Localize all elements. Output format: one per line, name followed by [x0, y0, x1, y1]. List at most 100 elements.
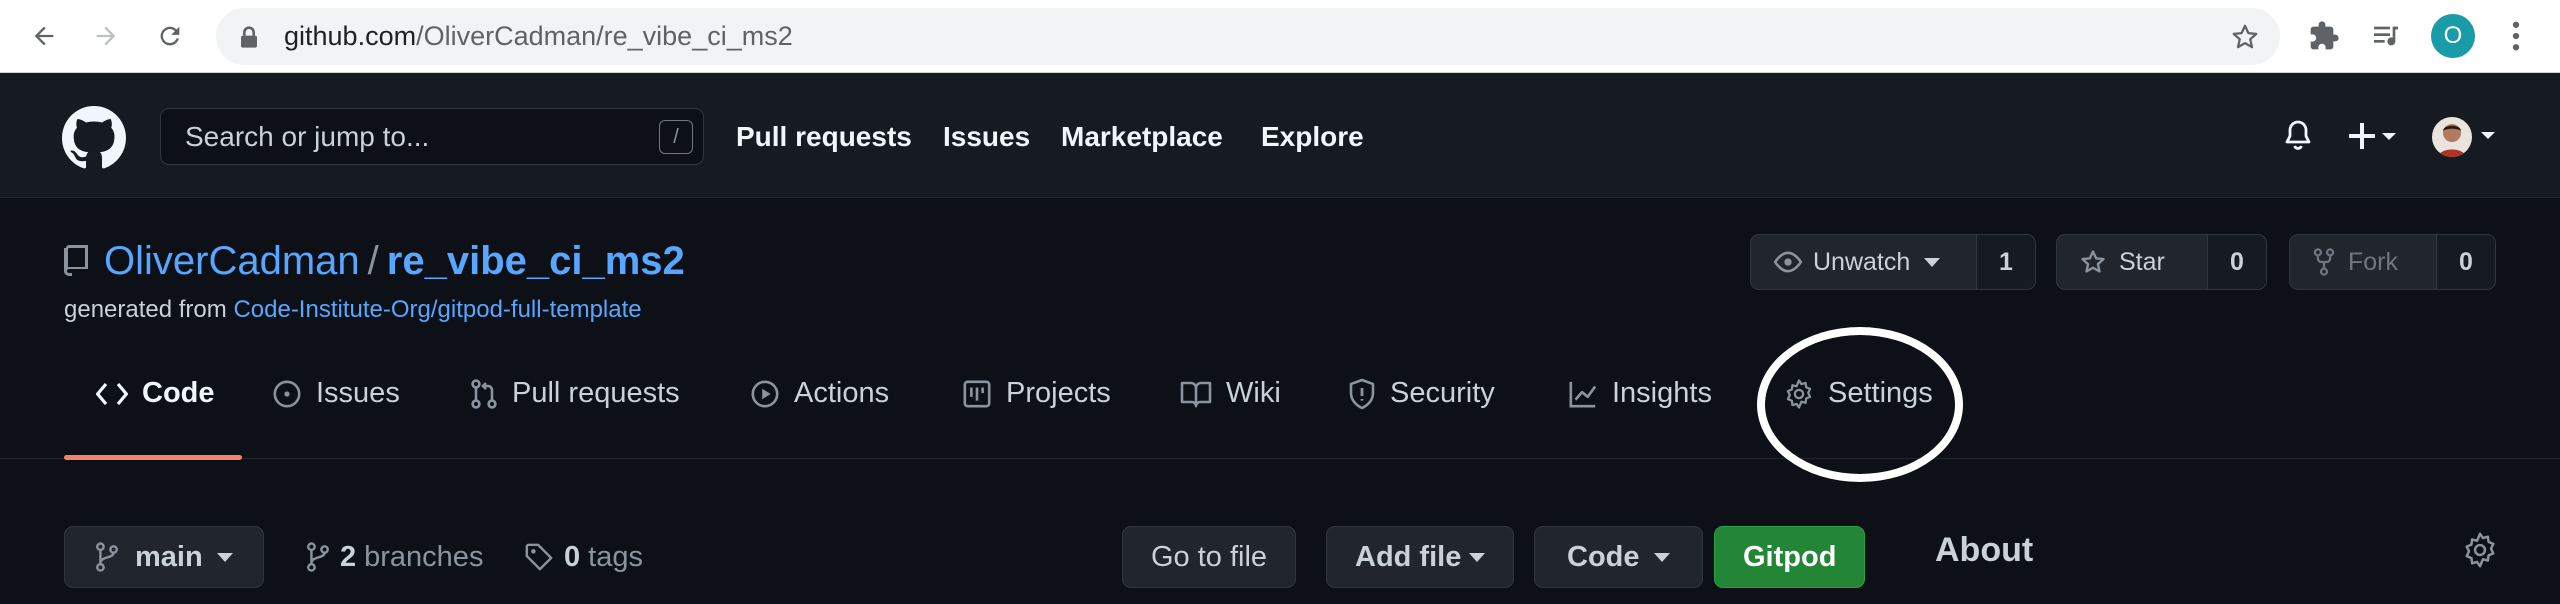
about-settings-gear-icon[interactable] [2462, 532, 2498, 568]
plus-dropdown-icon[interactable] [2346, 119, 2398, 153]
notification-bell-icon[interactable] [2282, 119, 2314, 153]
eye-icon [1773, 251, 1803, 273]
tab-projects[interactable]: Projects [962, 328, 1111, 459]
browser-menu-icon[interactable] [2496, 16, 2536, 56]
tab-pull-requests-label: Pull requests [512, 377, 680, 409]
media-queue-icon[interactable] [2366, 16, 2406, 56]
star-button-group: Star 0 [2056, 234, 2267, 290]
tab-settings-label: Settings [1828, 377, 1933, 409]
browser-profile-avatar[interactable]: O [2431, 14, 2475, 58]
add-file-caret-icon [1469, 552, 1486, 562]
nav-explore[interactable]: Explore [1261, 108, 1364, 165]
branch-name: main [135, 540, 203, 573]
tab-actions[interactable]: Actions [750, 328, 889, 459]
fork-icon [2313, 248, 2335, 276]
back-arrow-icon [34, 26, 54, 46]
extensions-icon[interactable] [2304, 16, 2344, 56]
repo-icon [64, 245, 88, 276]
tab-security[interactable]: Security [1348, 328, 1495, 459]
play-icon [751, 380, 779, 407]
repo-tab-bar: Code Issues Pull requests Actions Projec… [0, 328, 2560, 459]
watch-button-group: Unwatch 1 [1750, 234, 2036, 290]
tab-wiki-label: Wiki [1226, 377, 1281, 409]
code-button[interactable]: Code [1534, 526, 1703, 588]
active-tab-underline [64, 455, 242, 460]
code-icon [96, 382, 128, 405]
tab-insights-label: Insights [1612, 377, 1712, 409]
github-logo-icon[interactable] [62, 106, 126, 170]
tab-settings[interactable]: Settings [1784, 328, 1933, 459]
forward-button[interactable] [86, 16, 126, 56]
tag-icon [525, 543, 553, 571]
forward-arrow-icon [96, 26, 116, 46]
search-placeholder: Search or jump to... [185, 121, 430, 152]
repo-title-separator: / [367, 238, 379, 283]
back-button[interactable] [24, 16, 64, 56]
branch-caret-icon [216, 552, 233, 562]
search-shortcut-key: / [659, 120, 693, 154]
graph-icon [1569, 381, 1597, 407]
tab-insights[interactable]: Insights [1568, 328, 1712, 459]
star-label: Star [2119, 247, 2165, 276]
tab-issues[interactable]: Issues [272, 328, 400, 459]
reload-icon [160, 26, 180, 46]
tab-wiki[interactable]: Wiki [1180, 328, 1281, 459]
add-file-button[interactable]: Add file [1326, 526, 1515, 588]
tab-issues-label: Issues [316, 377, 400, 409]
tab-pull-requests[interactable]: Pull requests [470, 328, 680, 459]
browser-toolbar: github.com/OliverCadman/re_vibe_ci_ms2 O [0, 0, 2560, 73]
fork-button-group: Fork 0 [2289, 234, 2496, 290]
watch-count[interactable]: 1 [1977, 235, 2035, 289]
star-icon [2081, 250, 2105, 273]
tab-projects-label: Projects [1006, 377, 1111, 409]
tab-security-label: Security [1390, 377, 1495, 409]
bookmark-star-icon[interactable] [2230, 22, 2260, 52]
book-icon [1180, 381, 1212, 407]
nav-issues[interactable]: Issues [943, 108, 1030, 165]
tab-code[interactable]: Code [96, 328, 215, 459]
star-button[interactable]: Star [2057, 235, 2208, 289]
branches-link[interactable]: 2 branches [306, 526, 483, 588]
url-text: github.com/OliverCadman/re_vibe_ci_ms2 [284, 21, 793, 51]
fork-count[interactable]: 0 [2437, 235, 2495, 289]
address-bar[interactable]: github.com/OliverCadman/re_vibe_ci_ms2 [216, 8, 2280, 65]
gitpod-label: Gitpod [1743, 540, 1837, 573]
nav-pull-requests[interactable]: Pull requests [736, 108, 912, 165]
branch-icon [96, 542, 118, 572]
nav-marketplace[interactable]: Marketplace [1061, 108, 1223, 165]
tags-count: 0 [564, 540, 581, 573]
search-input[interactable]: Search or jump to... / [160, 108, 704, 165]
branches-count: 2 [340, 540, 357, 573]
about-heading: About [1935, 531, 2034, 569]
tags-link[interactable]: 0 tags [524, 526, 643, 588]
generated-from-prefix: generated from [64, 296, 227, 323]
issue-icon [273, 380, 301, 407]
github-header: Search or jump to... / Pull requests Iss… [0, 73, 2560, 198]
branches-label: branches [364, 540, 484, 573]
fork-label: Fork [2348, 247, 2398, 276]
go-to-file-button[interactable]: Go to file [1122, 526, 1297, 588]
tags-label: tags [588, 540, 643, 573]
branch-icon [307, 542, 329, 572]
lock-icon [241, 26, 257, 48]
gear-icon [1786, 378, 1812, 409]
user-menu-caret-icon[interactable] [2480, 131, 2496, 141]
user-avatar[interactable] [2432, 117, 2472, 157]
repo-title: OliverCadman / re_vibe_ci_ms2 [62, 238, 685, 284]
project-icon [963, 380, 991, 407]
gitpod-button[interactable]: Gitpod [1714, 526, 1866, 588]
reload-button[interactable] [150, 16, 190, 56]
star-count[interactable]: 0 [2208, 235, 2266, 289]
repo-owner-link[interactable]: OliverCadman [104, 239, 360, 284]
fork-button[interactable]: Fork [2290, 235, 2437, 289]
branch-selector[interactable]: main [64, 526, 264, 588]
code-label: Code [1567, 540, 1640, 573]
tab-code-label: Code [142, 377, 215, 409]
code-caret-icon [1653, 552, 1670, 562]
repo-name-link[interactable]: re_vibe_ci_ms2 [387, 239, 685, 284]
unwatch-button[interactable]: Unwatch [1751, 235, 1977, 289]
unwatch-label: Unwatch [1813, 247, 1911, 276]
generated-from-text: generated from Code-Institute-Org/gitpod… [64, 296, 642, 324]
template-repo-link[interactable]: Code-Institute-Org/gitpod-full-template [233, 296, 641, 323]
go-to-file-label: Go to file [1151, 540, 1268, 573]
